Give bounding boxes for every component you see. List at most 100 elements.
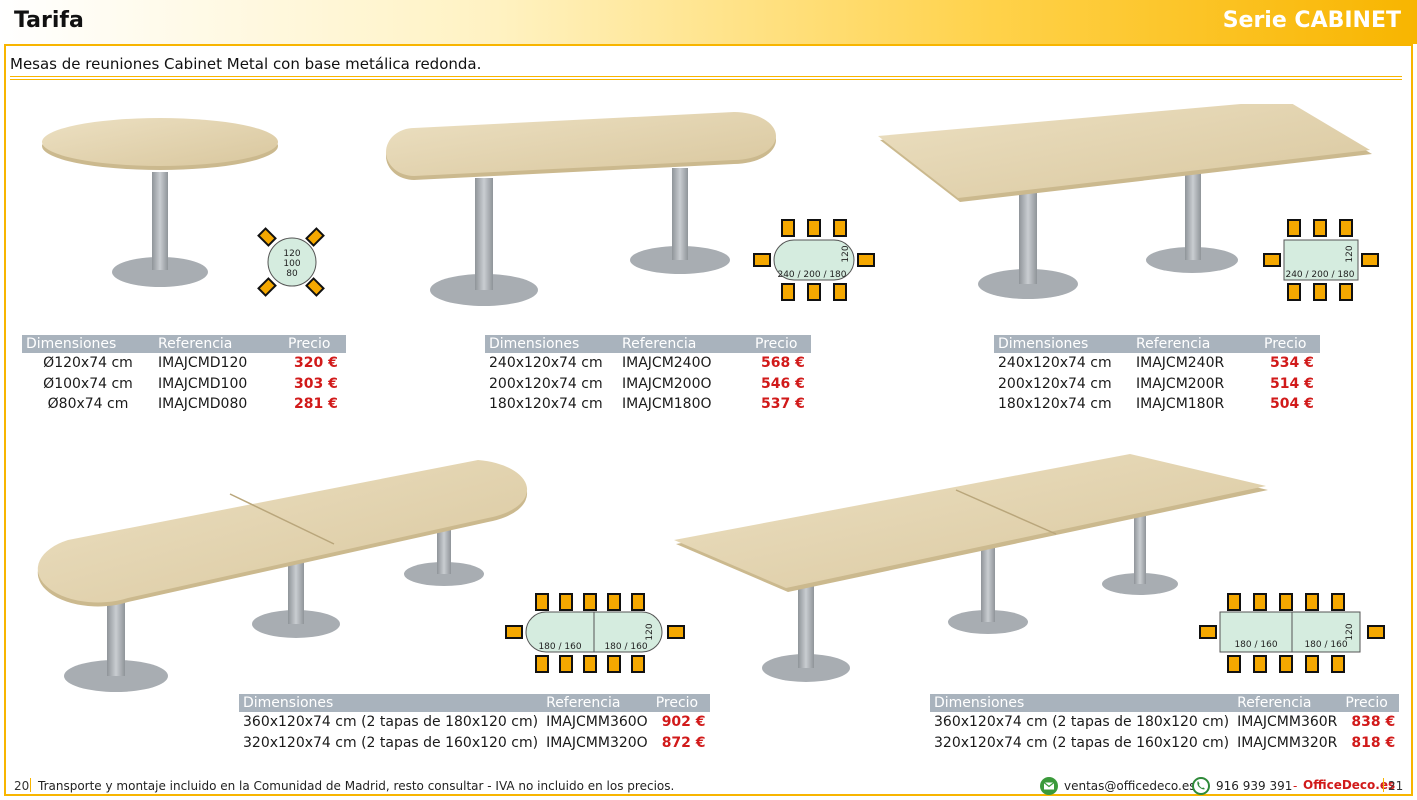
page-number-left: 20 <box>14 779 30 793</box>
diagram-label: 120 <box>645 623 655 640</box>
diagram-label: 120 <box>283 249 300 259</box>
col-header-reference: Referencia <box>618 335 751 353</box>
table-row: 360x120x74 cm (2 tapas de 180x120 cm) IM… <box>239 712 710 733</box>
footer-note: Transporte y montaje incluido en la Comu… <box>38 779 675 793</box>
dimension-cell: 240x120x74 cm <box>489 355 603 372</box>
price-table-oval: Dimensiones Referencia Precio 240x120x74… <box>485 335 811 415</box>
page-subtitle: Mesas de reuniones Cabinet Metal con bas… <box>10 55 482 73</box>
frame-border-right <box>1411 44 1413 796</box>
footer-dash: - <box>1293 779 1298 793</box>
footer-separator <box>30 778 31 792</box>
col-header-price: Precio <box>751 335 811 353</box>
table-row: 200x120x74 cm IMAJCM200O 546 € <box>485 374 811 395</box>
col-header-dimensions: Dimensiones <box>994 335 1132 353</box>
footer-separator <box>1383 778 1384 792</box>
double-oval-table-image <box>37 460 528 692</box>
diagram-label: 120 <box>1345 245 1355 262</box>
dimension-cell: 200x120x74 cm <box>998 375 1112 392</box>
dimension-cell: 180x120x74 cm <box>489 396 603 413</box>
table-row: Ø120x74 cm IMAJCMD120 320 € <box>22 353 346 374</box>
price-cell: 504 € <box>1270 396 1314 413</box>
price-cell: 303 € <box>294 375 338 392</box>
page-header: Tarifa Serie CABINET <box>0 0 1417 44</box>
double-oval-table-diagram: 180 / 160 180 / 160 120 <box>505 593 685 673</box>
diagram-label: 240 / 200 / 180 <box>1285 270 1354 280</box>
round-table-image <box>42 118 278 287</box>
frame-border-left <box>4 44 6 796</box>
diagram-label: 180 / 160 <box>538 642 581 652</box>
col-header-price: Precio <box>1341 694 1400 712</box>
col-header-price: Precio <box>284 335 346 353</box>
reference-cell: IMAJCM180O <box>622 396 712 413</box>
subtitle-rule <box>10 76 1402 77</box>
col-header-reference: Referencia <box>1233 694 1342 712</box>
dimension-cell: Ø100x74 cm <box>43 375 133 392</box>
price-cell: 838 € <box>1351 714 1396 731</box>
col-header-reference: Referencia <box>542 694 652 712</box>
table-row: Ø80x74 cm IMAJCMD080 281 € <box>22 394 346 415</box>
col-header-price: Precio <box>651 694 710 712</box>
table-row: 240x120x74 cm IMAJCM240O 568 € <box>485 353 811 374</box>
subtitle-rule-2 <box>10 79 1402 80</box>
price-table-double-oval: Dimensiones Referencia Precio 360x120x74… <box>239 694 710 753</box>
header-title-left: Tarifa <box>14 8 84 33</box>
table-row: 360x120x74 cm (2 tapas de 180x120 cm) IM… <box>930 712 1399 733</box>
dimension-cell: 240x120x74 cm <box>998 355 1112 372</box>
reference-cell: IMAJCMD120 <box>158 355 248 372</box>
price-cell: 902 € <box>661 714 706 731</box>
reference-cell: IMAJCMM360O <box>546 714 648 731</box>
dimension-cell: 320x120x74 cm (2 tapas de 160x120 cm) <box>243 734 539 751</box>
price-table-rect: Dimensiones Referencia Precio 240x120x74… <box>994 335 1320 415</box>
page-footer: 20 Transporte y montaje incluido en la C… <box>10 777 1407 795</box>
double-rect-table-diagram: 180 / 160 180 / 160 120 <box>1199 593 1385 673</box>
col-header-price: Precio <box>1260 335 1320 353</box>
price-cell: 281 € <box>294 396 338 413</box>
table-row: Ø100x74 cm IMAJCMD100 303 € <box>22 374 346 395</box>
mail-icon <box>1040 777 1058 795</box>
frame-border-top <box>4 44 1413 46</box>
col-header-dimensions: Dimensiones <box>239 694 543 712</box>
col-header-reference: Referencia <box>1132 335 1260 353</box>
round-table-diagram: 120 100 80 <box>257 227 325 297</box>
dimension-cell: 360x120x74 cm (2 tapas de 180x120 cm) <box>243 714 539 731</box>
col-header-dimensions: Dimensiones <box>485 335 618 353</box>
oval-table-diagram: 240 / 200 / 180 120 <box>753 219 875 301</box>
table-row: 200x120x74 cm IMAJCM200R 514 € <box>994 374 1320 395</box>
price-cell: 872 € <box>661 734 706 751</box>
diagram-label: 120 <box>841 245 851 262</box>
dimension-cell: 360x120x74 cm (2 tapas de 180x120 cm) <box>934 714 1230 731</box>
table-row: 180x120x74 cm IMAJCM180O 537 € <box>485 394 811 415</box>
phone-icon <box>1192 777 1210 795</box>
diagram-label: 80 <box>286 269 298 279</box>
price-table-double-rect: Dimensiones Referencia Precio 360x120x74… <box>930 694 1400 754</box>
price-cell: 546 € <box>761 375 805 392</box>
contact-email[interactable]: ventas@officedeco.es <box>1064 779 1196 793</box>
reference-cell: IMAJCM180R <box>1136 396 1225 413</box>
page-number-right: 21 <box>1388 779 1404 793</box>
col-header-reference: Referencia <box>154 335 284 353</box>
col-header-dimensions: Dimensiones <box>930 694 1234 712</box>
oval-table-image <box>386 112 776 306</box>
header-title-right: Serie CABINET <box>1222 8 1401 33</box>
dimension-cell: 180x120x74 cm <box>998 396 1112 413</box>
diagram-label: 240 / 200 / 180 <box>777 270 846 280</box>
diagram-label: 180 / 160 <box>604 642 647 652</box>
price-cell: 514 € <box>1270 375 1314 392</box>
table-row: 320x120x74 cm (2 tapas de 160x120 cm) IM… <box>930 733 1399 754</box>
price-cell: 568 € <box>761 355 805 372</box>
reference-cell: IMAJCM240O <box>622 355 712 372</box>
table-row: 180x120x74 cm IMAJCM180R 504 € <box>994 394 1320 415</box>
reference-cell: IMAJCM200R <box>1136 375 1225 392</box>
reference-cell: IMAJCMM320R <box>1237 734 1338 751</box>
brand-link[interactable]: OfficeDeco.es <box>1303 778 1395 792</box>
dimension-cell: 200x120x74 cm <box>489 375 603 392</box>
reference-cell: IMAJCMM320O <box>546 734 648 751</box>
rect-table-diagram: 240 / 200 / 180 120 <box>1263 219 1379 301</box>
diagram-label: 180 / 160 <box>1304 640 1347 650</box>
reference-cell: IMAJCMD080 <box>158 396 248 413</box>
contact-phone[interactable]: 916 939 391 <box>1216 779 1292 793</box>
price-cell: 320 € <box>294 355 338 372</box>
price-table-round: Dimensiones Referencia Precio Ø120x74 cm… <box>22 335 346 415</box>
price-cell: 534 € <box>1270 355 1314 372</box>
dimension-cell: Ø80x74 cm <box>47 396 129 413</box>
